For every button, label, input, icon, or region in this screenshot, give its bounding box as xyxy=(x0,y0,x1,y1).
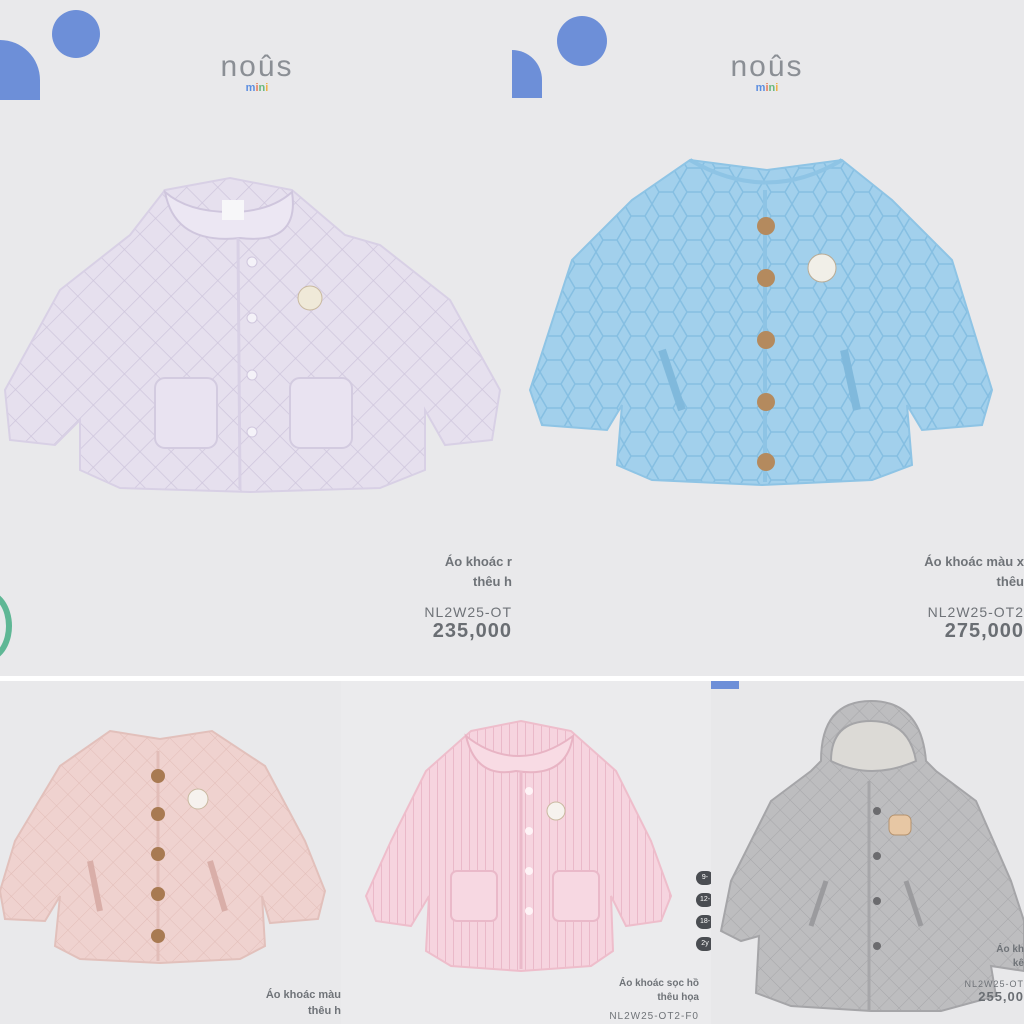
product-card-pink[interactable]: Áo khoác màu thêu h xyxy=(0,681,341,1024)
product-name-line1: Áo khoác sọc hồ xyxy=(618,978,699,989)
product-info: Áo kh kê NL2W25-OT 255,00 xyxy=(954,943,1024,1004)
size-chip[interactable]: 9- xyxy=(696,871,711,885)
product-code: NL2W25-OT xyxy=(424,604,512,620)
product-info: Áo khoác màu x thêu NL2W25-OT2 275,000 xyxy=(804,552,1024,643)
product-name-line2: kê xyxy=(1012,958,1024,969)
size-chip[interactable]: 12- xyxy=(696,893,711,907)
product-card-grey[interactable]: Áo kh kê NL2W25-OT 255,00 xyxy=(711,681,1024,1024)
product-name-line2: thêu h xyxy=(473,574,512,589)
product-card-lavender[interactable]: noûs mini Áo khoác r thêu h NL2W25-OT 23… xyxy=(0,0,512,676)
product-name-line2: thêu h xyxy=(308,1005,341,1017)
product-card-pink-stripe[interactable]: 9- 12- 18- 2y Áo khoác sọc hồ thêu họa N… xyxy=(341,681,711,1024)
product-price: 235,000 xyxy=(432,620,512,642)
jacket-image-pink-stripe xyxy=(364,719,673,973)
product-card-blue[interactable]: noûs mini Áo khoác màu x thêu NL2W25-OT2… xyxy=(512,0,1024,676)
product-info: Áo khoác màu thêu h xyxy=(181,987,341,1019)
size-chip[interactable]: 18- xyxy=(696,915,711,929)
product-name-line1: Áo khoác r xyxy=(444,554,512,569)
product-code: NL2W25-OT xyxy=(964,979,1024,989)
size-chip-list: 9- 12- 18- 2y xyxy=(696,871,711,959)
product-name-line2: thêu xyxy=(996,574,1024,589)
product-name-line1: Áo khoác màu xyxy=(265,989,341,1001)
product-code: NL2W25-OT2 xyxy=(927,604,1024,620)
product-info: Áo khoác r thêu h NL2W25-OT 235,000 xyxy=(312,552,512,643)
product-price: 255,00 xyxy=(978,989,1024,1004)
size-chip[interactable]: 2y xyxy=(696,937,711,951)
product-name-line2: thêu họa xyxy=(657,992,699,1003)
product-info: Áo khoác sọc hồ thêu họa NL2W25-OT2-F0 xyxy=(519,977,699,1022)
product-price: 275,000 xyxy=(944,620,1024,642)
product-code: NL2W25-OT2-F0 xyxy=(609,1011,699,1022)
jacket-image-pink xyxy=(0,729,327,965)
product-name-line1: Áo kh xyxy=(996,944,1024,955)
product-name-line1: Áo khoác màu x xyxy=(924,554,1024,569)
